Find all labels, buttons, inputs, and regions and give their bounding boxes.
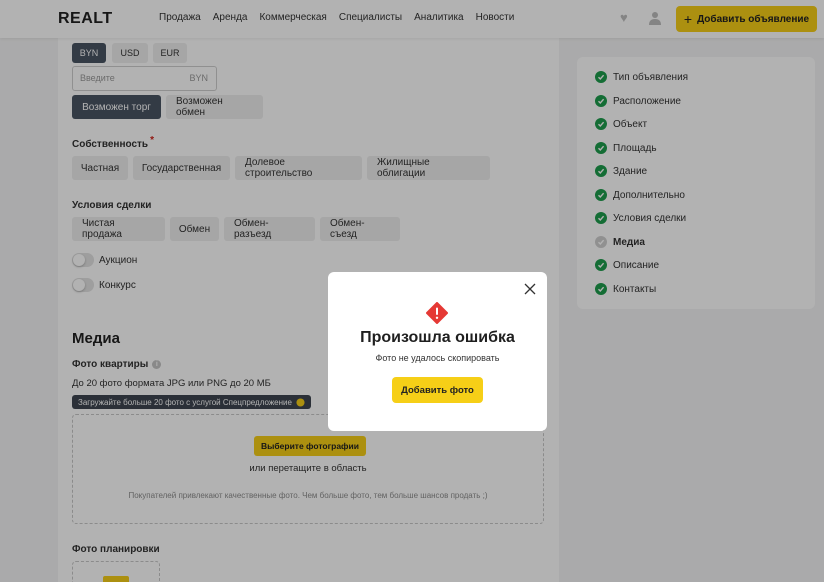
add-photo-button[interactable]: Добавить фото — [392, 377, 483, 403]
modal-title: Произошла ошибка — [360, 329, 515, 346]
close-icon[interactable] — [523, 282, 537, 296]
error-modal: Произошла ошибка Фото не удалось скопиро… — [328, 272, 547, 431]
error-warning-icon — [426, 302, 448, 324]
modal-subtitle: Фото не удалось скопировать — [375, 353, 500, 363]
